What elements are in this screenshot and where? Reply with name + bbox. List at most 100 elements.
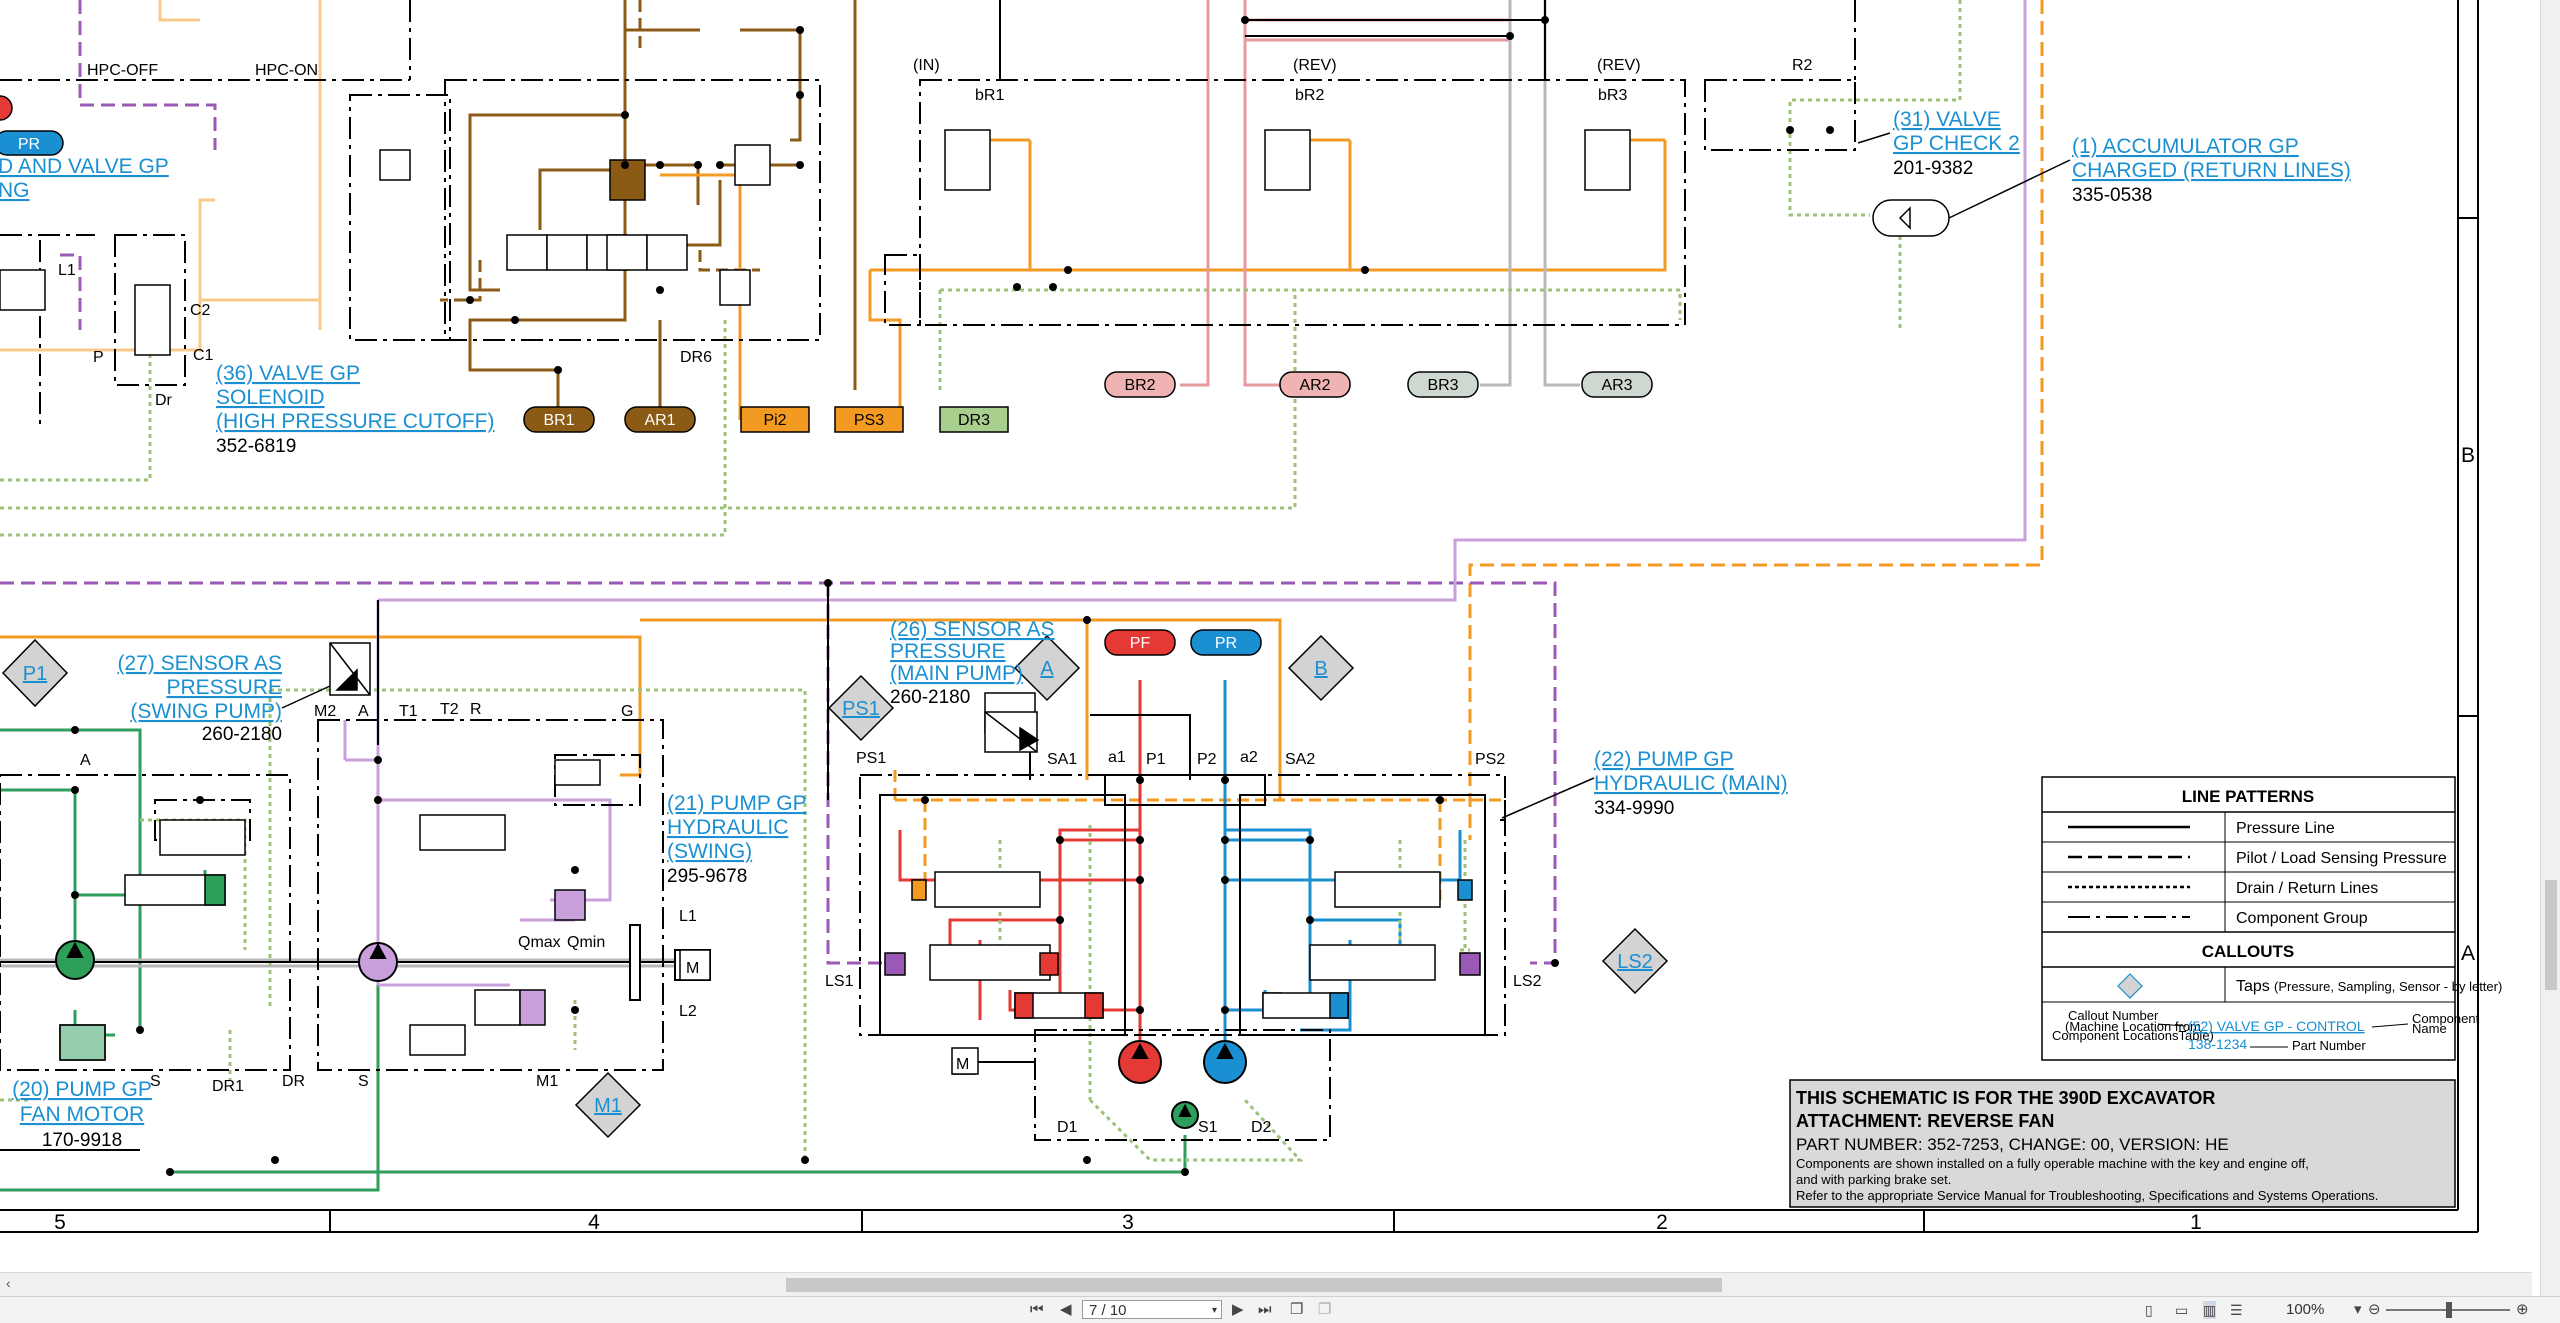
- label-rev-1: (REV): [1293, 57, 1337, 74]
- port-red-stub: [0, 95, 13, 121]
- page-number-field[interactable]: 7 / 10 ▾: [1082, 1300, 1222, 1319]
- zoom-dropdown-chevron-down-icon[interactable]: ▾: [2354, 1301, 2362, 1319]
- port-br2: BR2: [1104, 371, 1176, 398]
- cover-view-icon[interactable]: ☰: [2230, 1301, 2243, 1319]
- svg-text:M1[interactable]: M1: [594, 1095, 622, 1117]
- port-ar3: AR3: [1581, 371, 1653, 398]
- upper-valves: [0, 129, 1631, 356]
- callout-22-pump-main[interactable]: (22) PUMP GP HYDRAULIC (MAIN) 334-9990: [1594, 748, 1788, 819]
- svg-text:(SWING)[interactable]: (SWING): [667, 840, 752, 863]
- callout-27-sensor-swing[interactable]: (27) SENSOR AS PRESSURE (SWING PUMP) 260…: [117, 652, 282, 745]
- svg-text:HYDRAULIC[interactable]: HYDRAULIC: [667, 816, 788, 839]
- svg-text:(HIGH PRESSURE CUTOFF)[interactable]: (HIGH PRESSURE CUTOFF): [216, 410, 494, 433]
- svg-text:A[interactable]: A: [1040, 658, 1054, 680]
- svg-text:NG[interactable]: NG: [0, 179, 30, 202]
- svg-text:(MAIN PUMP)[interactable]: (MAIN PUMP): [890, 662, 1023, 685]
- horizontal-scrollbar-thumb[interactable]: [786, 1278, 1722, 1292]
- svg-text:LS2[interactable]: LS2: [1617, 951, 1653, 973]
- svg-text:(21) PUMP GP[interactable]: (21) PUMP GP: [667, 792, 807, 815]
- svg-text:(31) VALVE[interactable]: (31) VALVE: [1893, 108, 2001, 131]
- vertical-scrollbar[interactable]: [2540, 0, 2560, 1296]
- tap-m1[interactable]: M1: [574, 1071, 642, 1139]
- label-l1-top: L1: [58, 262, 76, 279]
- label-m1: M1: [536, 1073, 558, 1090]
- first-page-icon[interactable]: ⏮: [1030, 1301, 1044, 1319]
- callout-1-accumulator[interactable]: (1) ACCUMULATOR GP CHARGED (RETURN LINES…: [2072, 135, 2351, 206]
- tap-a[interactable]: A: [1013, 634, 1081, 702]
- tap-ls2[interactable]: LS2: [1601, 927, 1669, 995]
- svg-text:(36) VALVE GP[interactable]: (36) VALVE GP: [216, 362, 360, 385]
- callout-21-pump-swing[interactable]: (21) PUMP GP HYDRAULIC (SWING) 295-9678: [667, 792, 807, 887]
- zoom-level: 100%: [2286, 1301, 2325, 1318]
- tap-b[interactable]: B: [1287, 634, 1355, 702]
- svg-text:CHARGED (RETURN LINES)[interactable]: CHARGED (RETURN LINES): [2072, 159, 2351, 182]
- svg-text:(27) SENSOR AS[interactable]: (27) SENSOR AS: [117, 652, 282, 675]
- zoom-in-icon[interactable]: ⊕: [2516, 1301, 2529, 1319]
- legend-taps-sub: (Pressure, Sampling, Sensor - by letter): [2274, 979, 2502, 994]
- label-rev-2: (REV): [1597, 57, 1641, 74]
- scroll-left-arrow-icon[interactable]: ‹: [6, 1275, 11, 1291]
- vertical-scrollbar-thumb[interactable]: [2545, 880, 2557, 990]
- page-dropdown-chevron-down-icon[interactable]: ▾: [1212, 1301, 1217, 1320]
- continuous-view-icon[interactable]: ▭: [2175, 1301, 2188, 1319]
- label-in: (IN): [913, 57, 940, 74]
- legend-pressure-line: Pressure Line: [2236, 820, 2335, 837]
- label-qmin: Qmin: [567, 934, 605, 951]
- next-page-icon[interactable]: ▶: [1232, 1301, 1244, 1319]
- callout-31-valve-check[interactable]: (31) VALVE GP CHECK 2 201-9382: [1893, 108, 2020, 179]
- svg-text:(SWING PUMP)[interactable]: (SWING PUMP): [130, 700, 282, 723]
- tap-p1[interactable]: P1: [1, 638, 69, 708]
- port-ar1: AR1: [624, 406, 696, 433]
- svg-text:GP CHECK 2[interactable]: GP CHECK 2: [1893, 132, 2020, 155]
- port-pr-top: PR: [0, 130, 64, 156]
- port-dr3: DR3: [939, 406, 1009, 433]
- svg-text:(26) SENSOR AS[interactable]: (26) SENSOR AS: [890, 618, 1055, 641]
- facing-view-icon[interactable]: ▥: [2203, 1301, 2217, 1319]
- previous-page-icon[interactable]: ◀: [1060, 1301, 1072, 1319]
- svg-text:170-9918: 170-9918: [42, 1130, 122, 1151]
- page-number-value: 7 / 10: [1089, 1302, 1127, 1319]
- label-p2: P2: [1197, 751, 1217, 768]
- svg-text:(1) ACCUMULATOR GP[interactable]: (1) ACCUMULATOR GP: [2072, 135, 2299, 158]
- svg-text:PRESSURE[interactable]: PRESSURE: [166, 676, 282, 699]
- title-line-3: PART NUMBER: 352-7253, CHANGE: 00, VERSI…: [1796, 1135, 2229, 1154]
- svg-text:PS1[interactable]: PS1: [842, 698, 880, 720]
- svg-text:M: M: [956, 1056, 969, 1073]
- callout-36-valve-solenoid[interactable]: (36) VALVE GP SOLENOID (HIGH PRESSURE CU…: [216, 362, 494, 457]
- pumps: [55, 924, 1247, 1129]
- paste-page-icon[interactable]: ❐: [1318, 1301, 1331, 1319]
- callout-left-valve-gp[interactable]: D AND VALVE GP NG: [0, 155, 169, 202]
- svg-text:PRESSURE[interactable]: PRESSURE: [890, 640, 1006, 663]
- callout-20-pump-fan[interactable]: (20) PUMP GP FAN MOTOR 170-9918: [12, 1078, 152, 1151]
- svg-text:HYDRAULIC (MAIN)[interactable]: HYDRAULIC (MAIN): [1594, 772, 1788, 795]
- last-page-icon[interactable]: ⏭: [1258, 1301, 1272, 1319]
- svg-text:FAN MOTOR[interactable]: FAN MOTOR: [20, 1103, 144, 1126]
- label-r: R: [470, 701, 482, 718]
- single-page-view-icon[interactable]: ▯: [2145, 1301, 2153, 1319]
- svg-text:(20) PUMP GP[interactable]: (20) PUMP GP: [12, 1078, 152, 1101]
- hydraulic-schematic: 5 4 3 2 1 B A HPC-OFF HPC-ON (IN) (REV) …: [0, 0, 2502, 1234]
- tap-ps1[interactable]: PS1: [827, 674, 895, 742]
- zone-5: 5: [54, 1211, 66, 1234]
- horizontal-scrollbar[interactable]: ‹: [0, 1272, 2532, 1297]
- label-g: G: [621, 703, 633, 720]
- label-qmax: Qmax: [518, 934, 561, 951]
- zoom-slider-thumb[interactable]: [2446, 1302, 2452, 1318]
- copy-page-icon[interactable]: ❐: [1290, 1301, 1303, 1319]
- svg-text:P1[interactable]: P1: [23, 663, 47, 685]
- svg-text:D AND VALVE GP[interactable]: D AND VALVE GP: [0, 155, 169, 178]
- svg-text:(22) PUMP GP[interactable]: (22) PUMP GP: [1594, 748, 1734, 771]
- zoom-out-icon[interactable]: ⊖: [2368, 1301, 2381, 1319]
- label-d1: D1: [1057, 1119, 1078, 1136]
- svg-text:SOLENOID[interactable]: SOLENOID: [216, 386, 325, 409]
- port-br1: BR1: [523, 406, 595, 433]
- svg-text:BR2: BR2: [1124, 377, 1155, 394]
- port-br3: BR3: [1407, 371, 1479, 398]
- svg-text:PR: PR: [18, 136, 40, 153]
- svg-text:M: M: [686, 960, 699, 977]
- label-a-fan: A: [80, 752, 91, 769]
- label-ps2: PS2: [1475, 751, 1505, 768]
- zone-1: 1: [2190, 1211, 2202, 1234]
- svg-text:B[interactable]: B: [1314, 658, 1327, 680]
- title-line-1: THIS SCHEMATIC IS FOR THE 390D EXCAVATOR: [1796, 1088, 2215, 1108]
